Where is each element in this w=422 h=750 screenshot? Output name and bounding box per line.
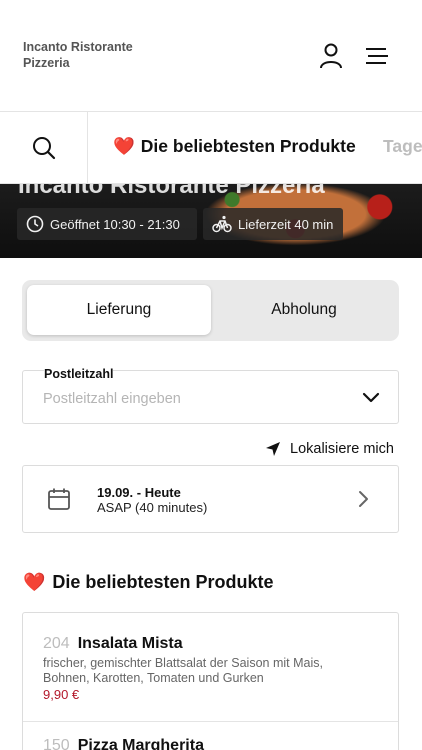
delivery-time-badge: Lieferzeit 40 min (203, 208, 343, 240)
calendar-icon (48, 488, 70, 510)
opening-hours-text: Geöffnet 10:30 - 21:30 (50, 216, 180, 232)
opening-hours-badge: Geöffnet 10:30 - 21:30 (17, 208, 197, 240)
postcode-field[interactable]: Postleitzahl (22, 367, 399, 424)
section-title-text: Die beliebtesten Produkte (52, 572, 274, 592)
clock-icon (26, 215, 44, 233)
brand-line-2: Pizzeria (23, 55, 70, 70)
chevron-right-icon (359, 491, 368, 507)
section-heading: ❤️ Die beliebtesten Produkte (23, 572, 273, 593)
delivery-time: ASAP (40 minutes) (97, 500, 208, 515)
pickup-option[interactable]: Abholung (212, 285, 396, 335)
menu-button[interactable] (361, 40, 393, 72)
order-mode-toggle: Lieferung Abholung (22, 280, 399, 341)
category-tab-label: Die beliebtesten Produkte (140, 136, 356, 156)
postcode-label: Postleitzahl (44, 367, 114, 381)
product-name: Pizza Margherita (77, 737, 204, 750)
delivery-option[interactable]: Lieferung (27, 285, 211, 335)
top-bar: Incanto Ristorante Pizzeria (0, 0, 422, 112)
location-arrow-icon (266, 442, 280, 456)
delivery-date: 19.09. - Heute (97, 485, 181, 500)
account-button[interactable] (315, 40, 347, 72)
product-name: Insalata Mista (77, 635, 183, 652)
product-number: 150 (43, 737, 70, 750)
product-description: frischer, gemischter Blattsalat der Sais… (43, 656, 323, 685)
bike-icon (212, 215, 232, 233)
search-button[interactable] (0, 112, 88, 183)
category-tab-popular[interactable]: ❤️ Die beliebtesten Produkte (113, 136, 356, 157)
user-icon (320, 43, 342, 69)
heart-icon: ❤️ (113, 136, 135, 156)
delivery-time-text: Lieferzeit 40 min (238, 216, 334, 232)
product-price: 9,90 € (43, 687, 80, 702)
brand-line-1: Incanto Ristorante (23, 40, 133, 54)
heart-icon: ❤️ (23, 572, 46, 592)
product-item[interactable]: 150 Pizza Margherita (23, 737, 398, 750)
delivery-time-selector[interactable]: 19.09. - Heute ASAP (40 minutes) (22, 465, 399, 533)
category-tab-next[interactable]: Tage (383, 136, 422, 157)
hamburger-icon (366, 48, 388, 64)
divider (23, 721, 398, 722)
search-icon (32, 137, 55, 160)
product-item[interactable]: 204 Insalata Mista frischer, gemischter … (23, 635, 398, 702)
postcode-input[interactable] (43, 391, 343, 407)
category-bar: ❤️ Die beliebtesten Produkte Tage (0, 112, 422, 184)
product-number: 204 (43, 635, 70, 652)
chevron-down-icon[interactable] (362, 392, 380, 404)
category-tab-label: Tage (383, 136, 422, 156)
product-list: 204 Insalata Mista frischer, gemischter … (22, 612, 399, 750)
locate-me-button[interactable]: Lokalisiere mich (265, 441, 394, 457)
restaurant-logo-text[interactable]: Incanto Ristorante Pizzeria (23, 40, 183, 71)
locate-me-label: Lokalisiere mich (290, 441, 394, 457)
